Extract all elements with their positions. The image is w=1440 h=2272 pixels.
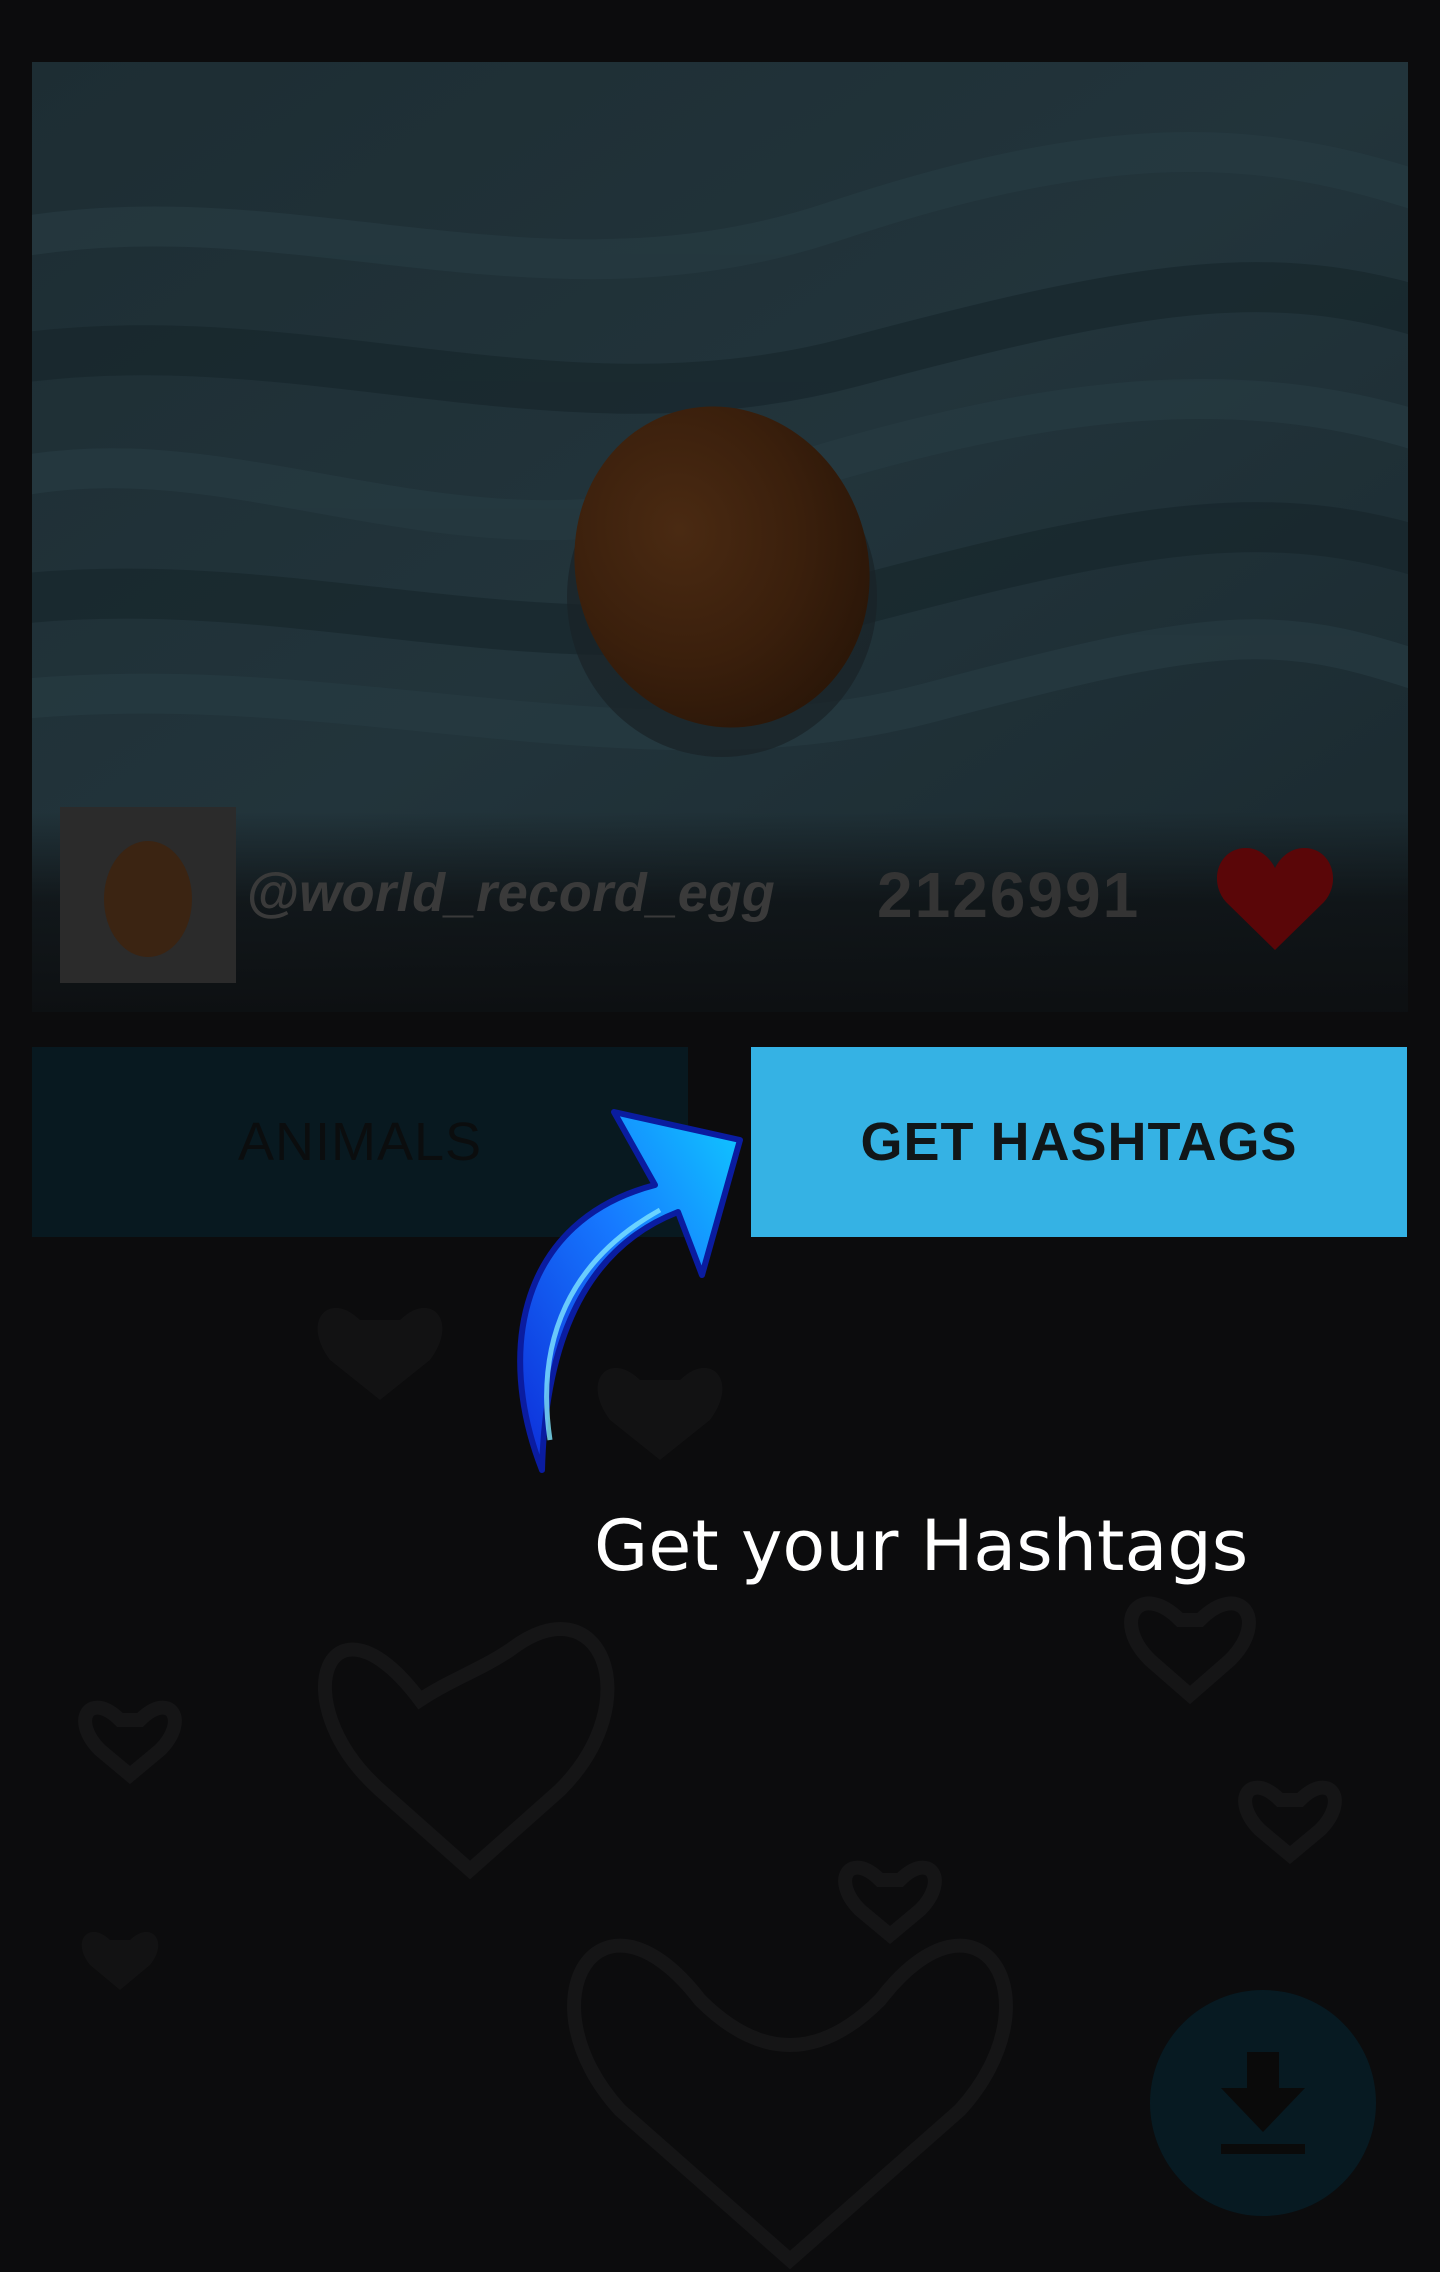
download-fab-button[interactable] xyxy=(1150,1990,1376,2216)
post-card[interactable]: @world_record_egg 2126991 xyxy=(32,62,1408,1012)
tutorial-hint-text: Get your Hashtags xyxy=(594,1505,1249,1587)
user-avatar-thumbnail[interactable] xyxy=(60,807,236,983)
download-icon xyxy=(1221,2052,1305,2154)
curved-arrow-icon xyxy=(517,1109,743,1473)
like-heart-icon[interactable] xyxy=(1214,842,1336,954)
post-username[interactable]: @world_record_egg xyxy=(246,862,775,924)
likes-count: 2126991 xyxy=(877,859,1141,931)
get-hashtags-button[interactable]: GET HASHTAGS xyxy=(751,1047,1407,1237)
